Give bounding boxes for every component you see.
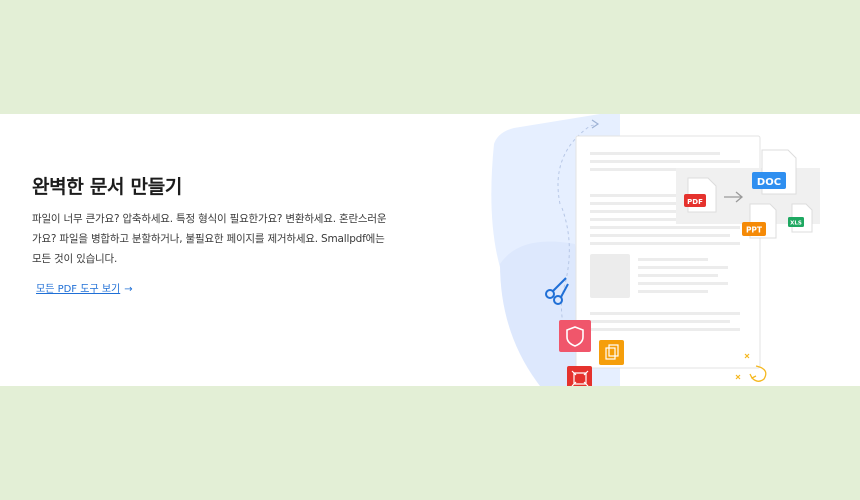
section-description: 파일이 너무 큰가요? 압축하세요. 특정 형식이 필요한가요? 변환하세요. … xyxy=(32,213,387,265)
feature-section: 완벽한 문서 만들기 파일이 너무 큰가요? 압축하세요. 특정 형식이 필요한… xyxy=(0,114,860,386)
xls-badge: XLS xyxy=(790,221,802,227)
link-label[interactable]: 모든 PDF 도구 보기 xyxy=(36,284,120,295)
doc-badge: DOC xyxy=(757,177,781,188)
refresh-arrow-icon xyxy=(749,373,757,379)
shield-tile xyxy=(559,320,591,352)
all-pdf-tools-link[interactable]: 모든 PDF 도구 보기 → xyxy=(36,280,133,295)
feature-copy: 완벽한 문서 만들기 파일이 너무 큰가요? 압축하세요. 특정 형식이 필요한… xyxy=(32,174,392,269)
document-tools-illustration: PDF DOC PPT XLS xyxy=(491,114,820,386)
arrow-right-icon: → xyxy=(124,284,133,295)
copy-tile xyxy=(599,340,624,365)
ppt-badge: PPT xyxy=(746,226,763,235)
pdf-badge: PDF xyxy=(687,198,703,206)
xls-file: XLS xyxy=(788,203,813,233)
pdf-file: PDF xyxy=(684,177,717,213)
section-title: 완벽한 문서 만들기 xyxy=(32,176,183,198)
crop-tile xyxy=(567,366,592,386)
